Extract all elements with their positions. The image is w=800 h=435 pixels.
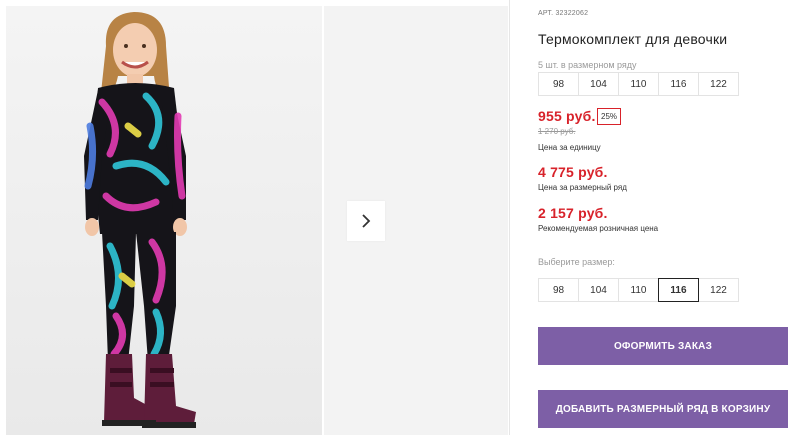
retail-price-caption: Рекомендуемая розничная цена bbox=[538, 224, 659, 233]
product-panel: АРТ. 32322062 Термокомплект для девочки … bbox=[538, 0, 800, 435]
unit-price: 955 руб. bbox=[538, 108, 596, 124]
add-size-row-to-cart-button[interactable]: ДОБАВИТЬ РАЗМЕРНЫЙ РЯД В КОРЗИНУ bbox=[538, 390, 788, 428]
size-row-item: 116 bbox=[658, 72, 699, 96]
choose-size-label: Выберите размер: bbox=[538, 257, 615, 267]
row-price: 4 775 руб. bbox=[538, 164, 608, 180]
size-option-98[interactable]: 98 bbox=[538, 278, 579, 302]
size-option-122[interactable]: 122 bbox=[698, 278, 739, 302]
size-row-item: 104 bbox=[578, 72, 619, 96]
size-row-item: 122 bbox=[698, 72, 739, 96]
size-option-116[interactable]: 116 bbox=[658, 278, 699, 302]
retail-price: 2 157 руб. bbox=[538, 205, 608, 221]
chevron-right-icon bbox=[362, 214, 371, 228]
size-option-110[interactable]: 110 bbox=[618, 278, 659, 302]
order-button[interactable]: ОФОРМИТЬ ЗАКАЗ bbox=[538, 327, 788, 365]
old-price: 1 270 руб. bbox=[538, 127, 576, 136]
panel-divider bbox=[509, 0, 510, 435]
product-photo-image bbox=[6, 6, 322, 435]
size-option-104[interactable]: 104 bbox=[578, 278, 619, 302]
article-number: АРТ. 32322062 bbox=[538, 10, 588, 17]
product-gallery bbox=[6, 6, 508, 435]
gallery-next-button[interactable] bbox=[347, 201, 385, 241]
product-photo-main[interactable] bbox=[6, 6, 322, 435]
article-value: 32322062 bbox=[555, 10, 589, 17]
size-row-item: 98 bbox=[538, 72, 579, 96]
size-row-item: 110 bbox=[618, 72, 659, 96]
row-price-caption: Цена за размерный ряд bbox=[538, 183, 627, 192]
product-title: Термокомплект для девочки bbox=[538, 31, 728, 47]
size-row-note: 5 шт. в размерном ряду bbox=[538, 60, 637, 70]
discount-badge: 25% bbox=[597, 108, 622, 125]
article-label: АРТ. bbox=[538, 10, 554, 17]
unit-price-caption: Цена за единицу bbox=[538, 143, 601, 152]
size-row-display: 98 104 110 116 122 bbox=[538, 72, 739, 96]
size-selector: 98 104 110 116 122 bbox=[538, 278, 739, 302]
